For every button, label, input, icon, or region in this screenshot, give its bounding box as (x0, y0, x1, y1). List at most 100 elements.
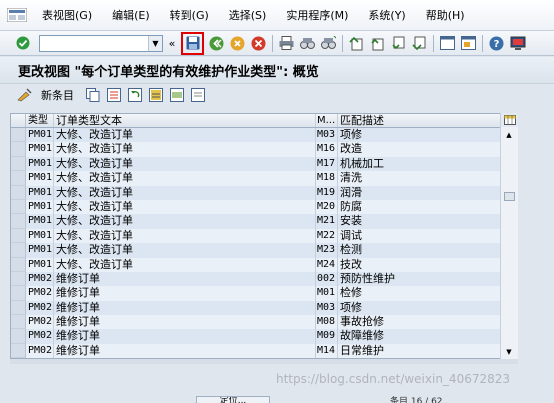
table-row[interactable]: PM01 大修、改造订单 M16 改造 (11, 142, 517, 157)
cell-order-type-text: 维修订单 (54, 329, 316, 344)
table-row[interactable]: PM01 大修、改造订单 M23 检测 (11, 243, 517, 258)
row-selector[interactable] (11, 228, 26, 244)
row-selector[interactable] (11, 257, 26, 272)
table-row[interactable]: PM01 大修、改造订单 M18 清洗 (11, 171, 517, 186)
row-selector[interactable] (11, 171, 26, 186)
row-selector[interactable] (11, 156, 26, 172)
column-header-maint-activity-type[interactable]: M... (316, 114, 338, 127)
row-selector[interactable] (11, 199, 26, 215)
cell-maint-activity-type: M09 (316, 329, 338, 344)
menu-help[interactable]: 帮助(H) (416, 7, 475, 23)
customize-layout-icon[interactable] (509, 35, 526, 52)
table-row[interactable]: PM01 大修、改造订单 M17 机械加工 (11, 156, 517, 172)
menu-utilities[interactable]: 实用程序(M) (276, 7, 358, 23)
column-header-type[interactable]: 类型 (26, 114, 54, 127)
select-block-icon[interactable] (168, 87, 185, 104)
cancel-icon[interactable] (250, 35, 267, 52)
next-page-icon[interactable] (390, 35, 407, 52)
shortcut-icon[interactable] (460, 35, 477, 52)
menu-edit[interactable]: 编辑(E) (102, 7, 160, 23)
select-all-header[interactable] (11, 114, 26, 127)
row-selector[interactable] (11, 214, 26, 229)
cell-order-type-text: 大修、改造订单 (54, 156, 316, 172)
row-selector[interactable] (11, 286, 26, 301)
table-row[interactable]: PM01 大修、改造订单 M21 安装 (11, 214, 517, 229)
find-next-icon[interactable] (320, 35, 337, 52)
save-icon[interactable] (184, 35, 201, 52)
menu-table-view[interactable]: 表视图(G) (32, 7, 102, 23)
menu-selection[interactable]: 选择(S) (219, 7, 277, 23)
cell-match-description: 技改 (338, 257, 517, 272)
scroll-down-icon[interactable]: ▼ (501, 345, 517, 359)
cell-order-type: PM02 (26, 300, 54, 316)
cell-order-type-text: 大修、改造订单 (54, 142, 316, 157)
copy-as-icon[interactable] (84, 87, 101, 104)
cell-order-type-text: 维修订单 (54, 286, 316, 301)
first-page-icon[interactable] (348, 35, 365, 52)
row-selector[interactable] (11, 185, 26, 200)
new-entries-button[interactable]: 新条目 (41, 87, 74, 103)
deselect-all-icon[interactable] (189, 87, 206, 104)
table-row[interactable]: PM01 大修、改造订单 M03 项修 (11, 128, 517, 143)
command-field[interactable]: ▼ (39, 34, 163, 52)
table-row[interactable]: PM01 大修、改造订单 M19 润滑 (11, 185, 517, 200)
toolbar-separator (482, 34, 483, 52)
cell-match-description: 清洗 (338, 171, 517, 186)
menu-system[interactable]: 系统(Y) (358, 7, 415, 23)
table-row[interactable]: PM02 维修订单 002 预防性维护 (11, 271, 517, 287)
save-button-highlight[interactable] (181, 31, 204, 55)
menu-goto[interactable]: 转到(G) (160, 7, 219, 23)
table-row[interactable]: PM02 维修订单 M01 检修 (11, 286, 517, 301)
position-button[interactable]: 定位... (196, 396, 270, 403)
table-row[interactable]: PM02 维修订单 M08 事故抢修 (11, 315, 517, 330)
table-row[interactable]: PM01 大修、改造订单 M24 技改 (11, 257, 517, 272)
cell-match-description: 改造 (338, 142, 517, 157)
cell-match-description: 项修 (338, 300, 517, 316)
last-page-icon[interactable] (411, 35, 428, 52)
table-vertical-scrollbar[interactable]: ▲ ▼ (500, 113, 518, 359)
cell-order-type-text: 大修、改造订单 (54, 171, 316, 186)
column-header-match-description[interactable]: 匹配描述 (338, 114, 517, 127)
row-selector[interactable] (11, 142, 26, 157)
exit-icon[interactable] (229, 35, 246, 52)
command-dropdown-icon[interactable]: ▼ (148, 35, 162, 51)
back-icon[interactable] (208, 35, 225, 52)
table-horizontal-scrollbar[interactable] (10, 359, 518, 364)
undo-change-icon[interactable] (126, 87, 143, 104)
table-row[interactable]: PM02 维修订单 M03 项修 (11, 300, 517, 316)
find-icon[interactable] (299, 35, 316, 52)
previous-page-icon[interactable] (369, 35, 386, 52)
cell-match-description: 润滑 (338, 185, 517, 200)
table-row[interactable]: PM01 大修、改造订单 M22 调试 (11, 228, 517, 244)
row-selector[interactable] (11, 271, 26, 287)
table-row[interactable]: PM01 大修、改造订单 M20 防腐 (11, 199, 517, 215)
row-selector[interactable] (11, 329, 26, 344)
cell-match-description: 安装 (338, 214, 517, 229)
delete-icon[interactable] (105, 87, 122, 104)
column-settings-icon[interactable] (500, 113, 518, 127)
row-selector[interactable] (11, 300, 26, 316)
cell-maint-activity-type: M19 (316, 185, 338, 200)
scroll-thumb[interactable] (504, 192, 515, 201)
scroll-up-icon[interactable]: ▲ (501, 128, 517, 142)
new-session-icon[interactable] (439, 35, 456, 52)
cell-match-description: 调试 (338, 228, 517, 244)
cell-order-type: PM01 (26, 243, 54, 258)
row-selector[interactable] (11, 315, 26, 330)
cell-maint-activity-type: M01 (316, 286, 338, 301)
collapse-command-icon[interactable]: « (167, 35, 177, 52)
row-selector[interactable] (11, 343, 26, 359)
table-row[interactable]: PM02 维修订单 M14 日常维护 (11, 343, 517, 359)
column-header-order-type-text[interactable]: 订单类型文本 (54, 114, 316, 127)
cell-order-type: PM01 (26, 128, 54, 143)
display-change-icon[interactable] (16, 87, 33, 104)
row-selector[interactable] (11, 128, 26, 143)
select-all-icon[interactable] (147, 87, 164, 104)
help-icon[interactable]: ? (488, 35, 505, 52)
table-row[interactable]: PM02 维修订单 M09 故障维修 (11, 329, 517, 344)
row-selector[interactable] (11, 243, 26, 258)
enter-check-icon[interactable] (14, 35, 31, 52)
command-input[interactable] (40, 35, 148, 51)
sap-menu-icon[interactable] (6, 6, 28, 24)
print-icon[interactable] (278, 35, 295, 52)
